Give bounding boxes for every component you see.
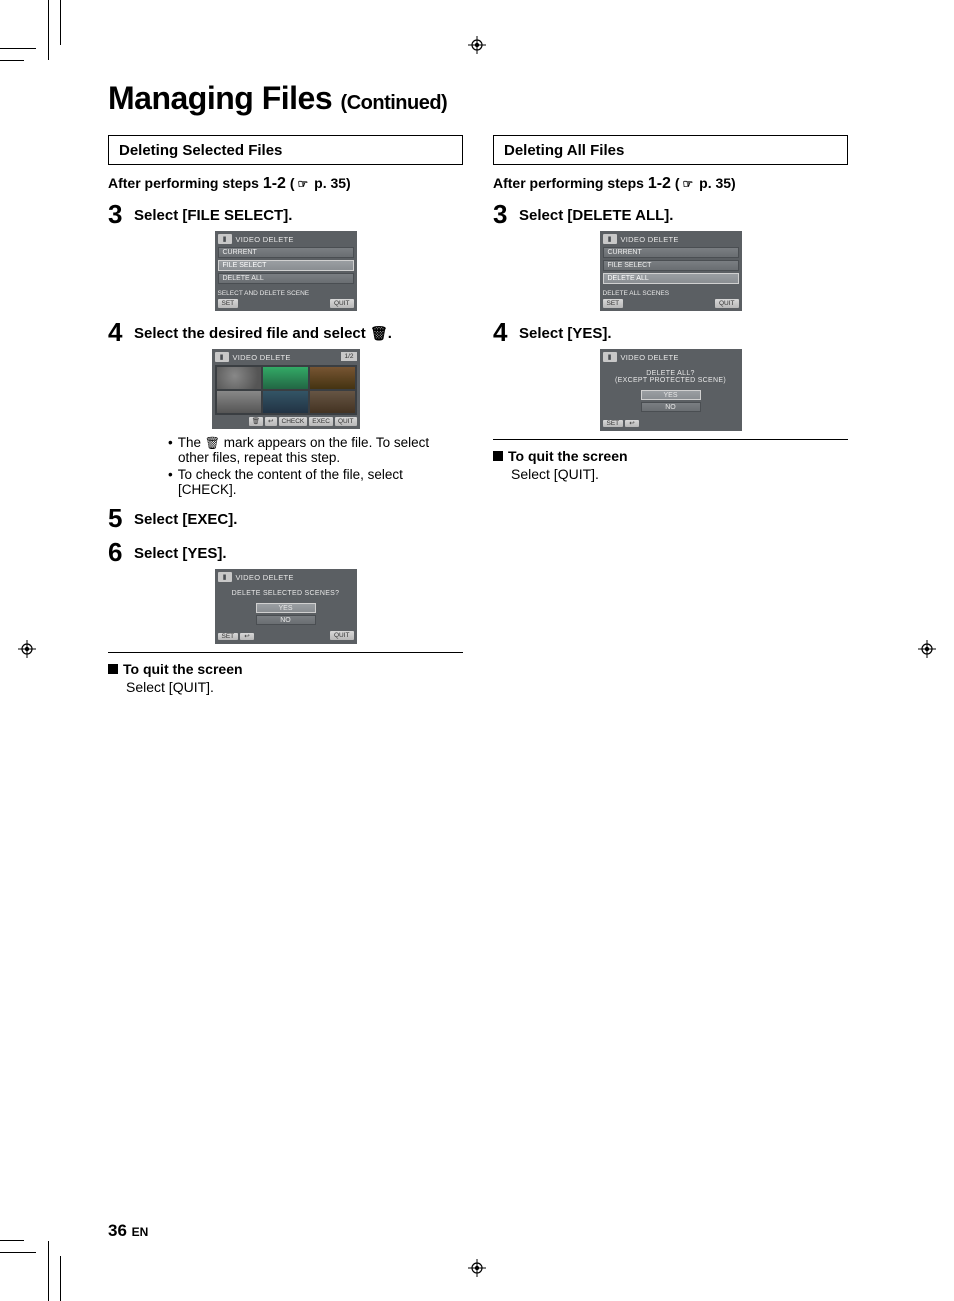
check-button: CHECK (279, 417, 308, 426)
screenshot-menu-file-select: ▮VIDEO DELETE CURRENT FILE SELECT DELETE… (215, 231, 357, 311)
set-button: SET (218, 299, 239, 308)
camcorder-icon: ▮ (218, 234, 232, 244)
crop-mark (0, 1252, 36, 1253)
camcorder-icon: ▮ (215, 352, 229, 362)
set-button: SET (218, 633, 239, 640)
trash-icon: 🗑 (249, 417, 263, 426)
exec-button: EXEC (309, 417, 333, 426)
note-item: To check the content of the file, select… (178, 467, 463, 497)
crop-mark (60, 1256, 61, 1301)
registration-mark-icon (18, 640, 36, 658)
pager-indicator: 1/2 (341, 352, 356, 361)
trash-icon: 🗑 (370, 325, 388, 341)
option-no: NO (256, 615, 316, 625)
crop-mark (0, 1240, 24, 1241)
step-3: 3 Select [FILE SELECT]. (108, 201, 463, 227)
option-yes: YES (256, 603, 316, 613)
step-5: 5 Select [EXEC]. (108, 505, 463, 531)
crop-mark (0, 60, 24, 61)
option-no: NO (641, 402, 701, 412)
crop-mark (0, 48, 36, 49)
trash-icon: 🗑 (205, 436, 220, 450)
quit-button: QUIT (715, 299, 739, 308)
thumbnail (263, 391, 308, 413)
intro-line: After performing steps 1-2 ( p. 35) (493, 175, 848, 193)
menu-item-selected: DELETE ALL (603, 273, 739, 284)
quit-body: Select [QUIT]. (511, 466, 848, 482)
square-bullet-icon (108, 664, 118, 674)
intro-line: After performing steps 1-2 ( p. 35) (108, 175, 463, 193)
screenshot-confirm-delete-all: ▮VIDEO DELETE DELETE ALL? (EXCEPT PROTEC… (600, 349, 742, 431)
col-deleting-selected: Deleting Selected Files After performing… (108, 135, 463, 695)
notes-list: The 🗑 mark appears on the file. To selec… (138, 435, 463, 497)
screenshot-menu-delete-all: ▮VIDEO DELETE CURRENT FILE SELECT DELETE… (600, 231, 742, 311)
separator (108, 652, 463, 653)
col-deleting-all: Deleting All Files After performing step… (493, 135, 848, 695)
thumbnail (310, 391, 355, 413)
step-6: 6 Select [YES]. (108, 539, 463, 565)
square-bullet-icon (493, 451, 503, 461)
screenshot-thumbnail-grid: ▮VIDEO DELETE 1/2 🗑 ↩ CHECK EX (212, 349, 360, 429)
camcorder-icon: ▮ (603, 352, 617, 362)
page-title: Managing Files (Continued) (108, 80, 848, 117)
menu-item: DELETE ALL (218, 273, 354, 284)
crop-mark (48, 1241, 49, 1301)
camcorder-icon: ▮ (603, 234, 617, 244)
quit-heading: To quit the screen (493, 448, 848, 464)
section-heading: Deleting All Files (493, 135, 848, 165)
thumbnail (217, 391, 262, 413)
back-icon: ↩ (265, 417, 276, 426)
step-4: 4 Select the desired file and select 🗑. (108, 319, 463, 345)
step-3: 3 Select [DELETE ALL]. (493, 201, 848, 227)
thumbnail (310, 367, 355, 389)
quit-button: QUIT (335, 417, 357, 426)
pointer-icon (295, 175, 311, 191)
title-main: Managing Files (108, 80, 332, 116)
thumbnail (217, 367, 262, 389)
screenshot-confirm-delete-selected: ▮VIDEO DELETE DELETE SELECTED SCENES? YE… (215, 569, 357, 644)
menu-item: FILE SELECT (603, 260, 739, 271)
set-button: SET (603, 299, 624, 308)
title-continued: (Continued) (341, 92, 448, 114)
quit-button: QUIT (330, 299, 354, 308)
pointer-icon (680, 175, 696, 191)
camcorder-icon: ▮ (218, 572, 232, 582)
quit-body: Select [QUIT]. (126, 679, 463, 695)
registration-mark-icon (468, 36, 486, 54)
page-number: 36 EN (108, 1221, 148, 1241)
back-icon: ↩ (240, 633, 253, 640)
section-heading: Deleting Selected Files (108, 135, 463, 165)
back-icon: ↩ (625, 420, 638, 427)
note-item: The 🗑 mark appears on the file. To selec… (178, 435, 463, 465)
crop-mark (48, 0, 49, 60)
step-4: 4 Select [YES]. (493, 319, 848, 345)
menu-item: CURRENT (603, 247, 739, 258)
option-yes: YES (641, 390, 701, 400)
quit-heading: To quit the screen (108, 661, 463, 677)
registration-mark-icon (918, 640, 936, 658)
menu-item-selected: FILE SELECT (218, 260, 354, 271)
menu-item: CURRENT (218, 247, 354, 258)
registration-mark-icon (468, 1259, 486, 1277)
crop-mark (60, 0, 61, 45)
separator (493, 439, 848, 440)
set-button: SET (603, 420, 624, 427)
quit-button: QUIT (330, 631, 354, 640)
thumbnail (263, 367, 308, 389)
